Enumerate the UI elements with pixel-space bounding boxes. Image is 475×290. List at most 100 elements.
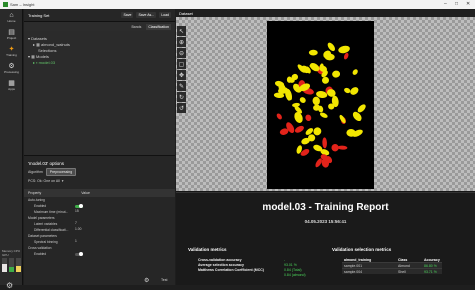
nav-project-button[interactable]: ▤ Project: [0, 26, 23, 43]
resource-meter-bar: [9, 258, 14, 272]
report-title: model.03 - Training Report: [262, 202, 389, 213]
shell-region: [343, 52, 349, 60]
processing-icon: ⚙: [8, 63, 15, 70]
minimize-button[interactable]: –: [444, 1, 447, 7]
shell-region: [276, 113, 282, 120]
image-canvas[interactable]: ↖ ⊕ ⊖ ▢ ✥ ✎ ↻ ↺: [176, 17, 475, 191]
value-column-header: Value: [81, 191, 90, 195]
algorithm-select[interactable]: Preprocessing: [45, 168, 77, 176]
property-name: Differential classificati...: [34, 228, 69, 232]
almond-region: [357, 104, 366, 113]
selection-name-cell: sample.004: [342, 268, 396, 274]
almond-region: [294, 112, 303, 123]
property-value[interactable]: 7: [75, 221, 77, 225]
training-set-panel: Training Set Save Save As... Load Bands …: [24, 9, 175, 285]
tree-item-label: Selections: [38, 47, 57, 53]
almond-region: [332, 70, 341, 78]
panel-tabs: Bands Classification: [24, 22, 175, 31]
property-value[interactable]: 1.00: [75, 227, 81, 231]
property-row: Enabled: [24, 251, 175, 257]
property-name: Enabled: [34, 252, 47, 256]
almond-region: [344, 87, 351, 94]
table-row: 0.84 (almond): [196, 272, 308, 277]
save-button[interactable]: Save: [121, 12, 134, 18]
close-button[interactable]: ✕: [466, 1, 470, 7]
nav-apps-label: Apps: [8, 87, 15, 91]
property-name: Auto-tuning: [28, 198, 45, 202]
panel-title: Training Set: [28, 12, 50, 18]
almond-region: [352, 69, 358, 75]
rotate-left-icon[interactable]: ↺: [177, 103, 186, 113]
training-report: model.03 - Training Report 04.05.2023 15…: [176, 192, 475, 285]
validation-metrics-title: Validation metrics: [188, 247, 227, 252]
nav-processing-label: Processing: [4, 70, 19, 74]
resource-meter-fill: [16, 265, 21, 272]
pcs-select[interactable]: PCS: Ok: One on All: [28, 179, 60, 183]
nav-apps-button[interactable]: ▦ Apps: [0, 77, 23, 94]
resource-meters: Memory CPU GPU: [2, 249, 21, 272]
resource-meter-fill: [9, 267, 14, 272]
tab-bands[interactable]: Bands: [129, 24, 143, 30]
nav-home-button[interactable]: ⌂ Home: [0, 9, 23, 26]
load-button[interactable]: Load: [159, 12, 171, 18]
algorithm-label: Algorithm: [28, 170, 43, 174]
shell-region: [322, 137, 327, 149]
property-name: Spectral binning: [34, 240, 58, 244]
test-button[interactable]: Test: [161, 278, 167, 282]
app-logo-icon: [3, 2, 8, 7]
validation-metrics-table: Cross-validation accuracy - Average select…: [196, 257, 308, 277]
metric-name: [196, 272, 282, 277]
nav-training-label: Training: [6, 53, 17, 57]
enabled-toggle[interactable]: [75, 252, 83, 256]
tree-item[interactable]: ▸ ▪ model.03: [28, 59, 171, 65]
selection-accuracy-cell: 93.71 %: [422, 268, 442, 274]
pointer-icon[interactable]: ↖: [177, 26, 186, 36]
nav-project-label: Project: [6, 36, 17, 40]
settings-gear-icon[interactable]: ⚙: [6, 281, 13, 290]
dataset-header: Dataset: [176, 9, 475, 17]
enabled-toggle[interactable]: [75, 204, 83, 208]
tree-item-label: ▾ Datasets: [28, 35, 47, 41]
rotate-icon[interactable]: ↻: [177, 92, 186, 102]
nav-processing-button[interactable]: ⚙ Processing: [0, 60, 23, 77]
panel-footer: ⚙ Test: [24, 275, 175, 285]
table-row: Matthews Correlation Coefficient (MCC) 0.…: [196, 267, 308, 272]
property-value[interactable]: 1: [75, 239, 77, 243]
nav-training-button[interactable]: ✦ Training: [0, 43, 23, 60]
dataset-tree: ▾ Datasets ▸ ▦ almond_walnuts Selections ▾ …: [24, 31, 175, 156]
almond-region: [319, 112, 328, 118]
fit-icon[interactable]: ▢: [177, 59, 186, 69]
pan-icon[interactable]: ✥: [177, 70, 186, 80]
classification-overlay: [273, 42, 366, 168]
classified-image: [267, 21, 374, 189]
tab-classification[interactable]: Classification: [146, 23, 171, 30]
property-name: Maximum time (minut...: [34, 210, 69, 214]
property-table-header: Property Value: [24, 189, 175, 197]
shell-region: [305, 114, 312, 122]
property-value[interactable]: 15: [75, 209, 79, 213]
gear-icon[interactable]: ⚙: [144, 277, 149, 284]
chevron-down-icon[interactable]: ▾: [62, 179, 64, 183]
shell-region: [337, 145, 348, 150]
apps-icon: ▦: [8, 80, 15, 87]
metric-value: 0.84 (almond): [284, 272, 306, 277]
zoom-out-icon[interactable]: ⊖: [177, 48, 186, 58]
property-name: Enabled: [34, 204, 47, 208]
property-name: Dataset parameters: [28, 234, 57, 238]
almond-region: [299, 97, 306, 103]
viewer-toolbar: ↖ ⊕ ⊖ ▢ ✥ ✎ ↻ ↺: [177, 26, 187, 114]
zoom-in-icon[interactable]: ⊕: [177, 37, 186, 47]
project-icon: ▤: [8, 29, 15, 36]
almond-region: [350, 87, 359, 95]
shell-region: [294, 125, 304, 133]
save-as-button[interactable]: Save As...: [136, 12, 157, 18]
panel-header: Training Set Save Save As... Load: [24, 9, 175, 22]
tree-item-label: ▸ ▪ model.03: [33, 59, 56, 65]
property-column-header: Property: [28, 191, 42, 195]
draw-icon[interactable]: ✎: [177, 81, 186, 91]
table-row[interactable]: sample.004 Shell 93.71 %: [342, 268, 442, 274]
resource-meter-fill: [2, 264, 7, 272]
right-pane: Dataset ↖ ⊕ ⊖ ▢ ✥ ✎ ↻ ↺ model.03 - Training Rep…: [176, 9, 475, 285]
maximize-button[interactable]: □: [455, 1, 458, 7]
property-table: Auto-tuning Enabled Maximum time (minut...…: [24, 197, 175, 257]
